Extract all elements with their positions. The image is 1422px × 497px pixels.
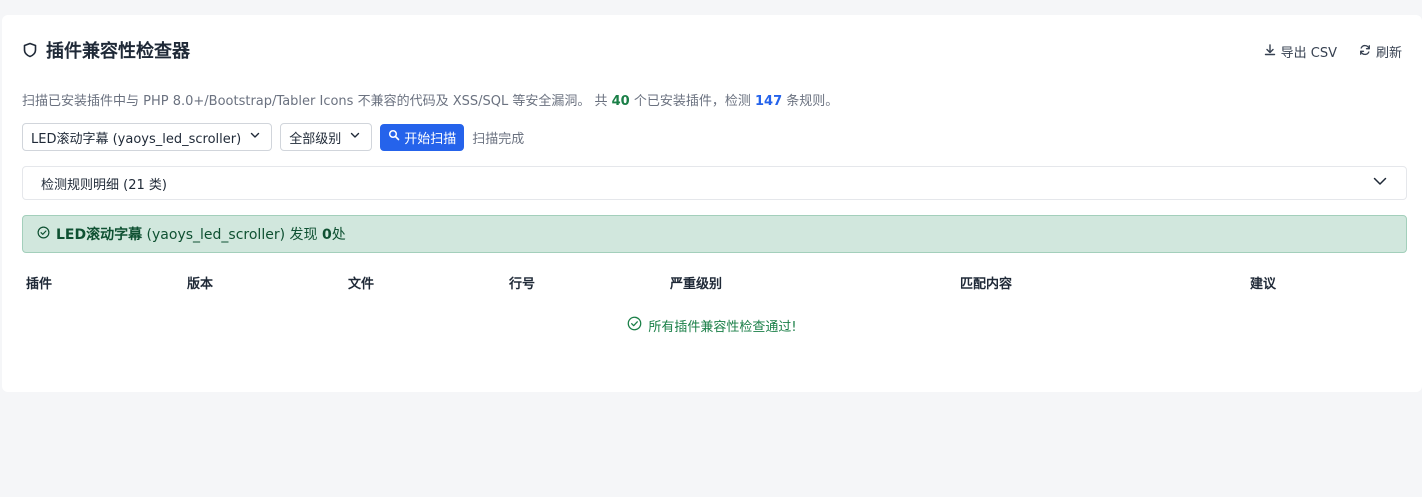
refresh-icon <box>1359 44 1371 60</box>
refresh-button[interactable]: 刷新 <box>1359 42 1402 61</box>
export-csv-button[interactable]: 导出 CSV <box>1264 42 1337 61</box>
start-scan-button[interactable]: 开始扫描 <box>380 123 465 151</box>
page-header: 插件兼容性检查器 <box>22 37 190 63</box>
plugin-count: 40 <box>611 94 630 109</box>
download-icon <box>1264 43 1276 60</box>
column-header: 建议 <box>1250 277 1277 292</box>
empty-message: 所有插件兼容性检查通过! <box>648 320 797 335</box>
description: 扫描已安装插件中与 PHP 8.0+/Bootstrap/Tabler Icon… <box>22 90 838 109</box>
column-header: 插件 <box>26 277 53 292</box>
scan-status: 扫描完成 <box>472 131 525 147</box>
results-table-header: 插件 版本 文件 行号 严重级别 匹配内容 建议 <box>26 273 1406 292</box>
check-circle-icon <box>37 226 50 243</box>
plugin-select[interactable]: LED滚动字幕 (yaoys_led_scroller) <box>22 123 273 151</box>
result-count: 0 <box>321 227 332 243</box>
result-plugin-name: LED滚动字幕 <box>56 227 143 243</box>
empty-state: 所有插件兼容性检查通过! <box>2 316 1422 335</box>
main-card: 插件兼容性检查器 导出 CSV 刷新 扫描已安装插件中与 PHP 8.0+/Bo… <box>2 15 1422 392</box>
result-alert: LED滚动字幕 (yaoys_led_scroller) 发现 0处 <box>22 215 1407 253</box>
result-plugin-id: (yaoys_led_scroller) 发现 <box>142 227 322 243</box>
description-middle: 个已安装插件，检测 <box>629 94 755 109</box>
export-csv-label: 导出 CSV <box>1280 46 1337 61</box>
rules-accordion[interactable]: 检测规则明细 (21 类) <box>22 166 1407 200</box>
chevron-down-icon <box>349 129 361 145</box>
check-circle-icon <box>627 316 642 335</box>
refresh-label: 刷新 <box>1375 46 1402 61</box>
plugin-select-value: LED滚动字幕 (yaoys_led_scroller) <box>31 131 242 147</box>
column-header: 严重级别 <box>670 277 723 292</box>
header-actions: 导出 CSV 刷新 <box>1264 42 1402 61</box>
page-title: 插件兼容性检查器 <box>46 41 190 62</box>
chevron-down-icon <box>249 129 261 145</box>
column-header: 匹配内容 <box>960 277 1013 292</box>
result-text: LED滚动字幕 (yaoys_led_scroller) 发现 0处 <box>56 224 346 244</box>
level-select-value: 全部级别 <box>289 131 342 147</box>
rule-count: 147 <box>754 94 783 109</box>
shield-icon <box>22 42 38 58</box>
controls-bar: LED滚动字幕 (yaoys_led_scroller) 全部级别 开始扫描 扫… <box>22 123 524 151</box>
column-header: 版本 <box>187 277 214 292</box>
rules-accordion-label: 检测规则明细 (21 类) <box>41 177 167 193</box>
description-prefix: 扫描已安装插件中与 PHP 8.0+/Bootstrap/Tabler Icon… <box>22 94 612 109</box>
result-suffix: 处 <box>331 227 346 243</box>
column-header: 行号 <box>509 277 536 292</box>
column-header: 文件 <box>348 277 375 292</box>
description-suffix: 条规则。 <box>782 94 839 109</box>
chevron-down-icon <box>1372 173 1388 193</box>
search-icon <box>388 129 400 145</box>
start-scan-label: 开始扫描 <box>404 131 457 147</box>
level-select[interactable]: 全部级别 <box>280 123 373 151</box>
